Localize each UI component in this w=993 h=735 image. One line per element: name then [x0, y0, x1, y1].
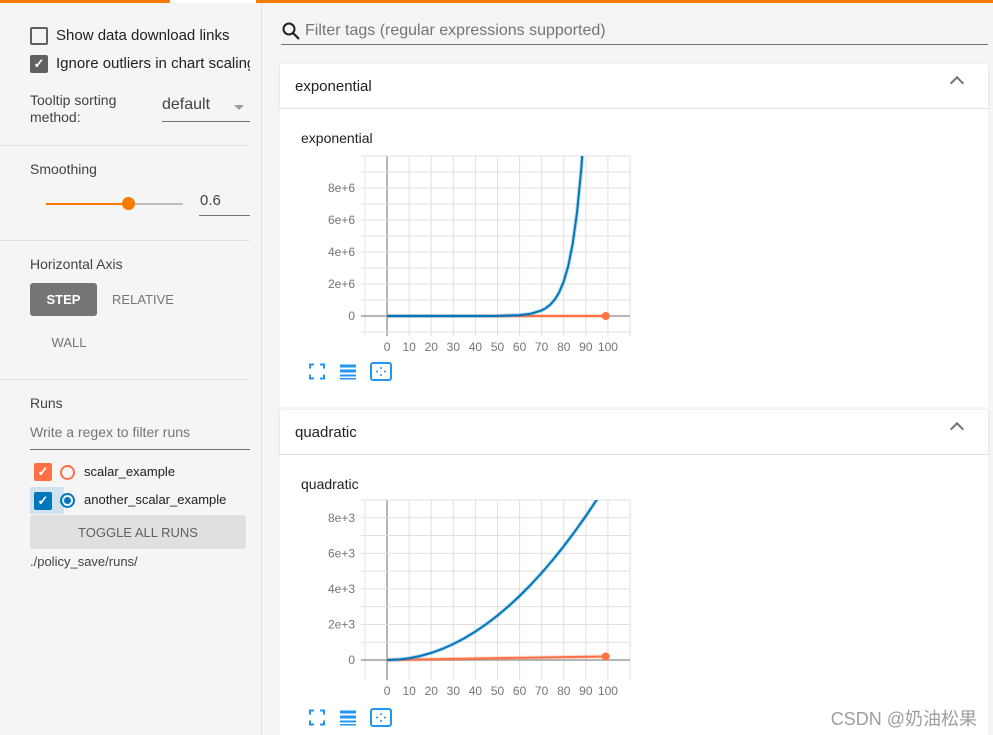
search-icon — [282, 22, 300, 40]
series-group — [387, 500, 606, 662]
quadratic-chart[interactable]: 0 10 20 30 40 50 60 70 80 90 100 0 2e+3 4e+3 6e+3 8e+3 — [300, 494, 640, 704]
axis-relative-button[interactable]: RELATIVE — [104, 283, 182, 316]
y-tick-label: 8e+3 — [328, 511, 355, 525]
run-name: scalar_example — [84, 464, 176, 479]
tooltip-sorting-label: Tooltip sorting method: — [30, 92, 116, 126]
card-title: quadratic — [295, 423, 357, 441]
x-tick-label: 50 — [491, 684, 505, 698]
x-tick-label: 80 — [557, 684, 571, 698]
grid — [361, 499, 631, 680]
y-tick-label: 8e+6 — [328, 181, 355, 195]
y-tick-label: 2e+6 — [328, 277, 355, 291]
grid — [361, 155, 631, 336]
ignore-outliers-checkbox[interactable]: ✓ — [30, 55, 48, 73]
logdir-path: ./policy_save/runs/ — [30, 554, 138, 569]
x-tick-label: 30 — [447, 340, 461, 354]
runs-label: Runs — [30, 395, 63, 411]
x-tick-label: 60 — [513, 340, 527, 354]
run-checkbox-another-scalar-example[interactable]: ✓ — [34, 492, 52, 510]
fullscreen-icon[interactable] — [308, 708, 326, 727]
y-tick-label: 2e+3 — [328, 617, 355, 631]
y-tick-label: 6e+6 — [328, 213, 355, 227]
x-tick-label: 30 — [447, 684, 461, 698]
x-tick-label: 70 — [535, 340, 549, 354]
axis-step-button[interactable]: STEP — [30, 283, 97, 316]
series-line-another_scalar_example — [387, 156, 584, 317]
tooltip-sorting-label-line2: method: — [30, 109, 81, 125]
x-tick-label: 80 — [557, 340, 571, 354]
card-header-quadratic[interactable]: quadratic — [280, 410, 988, 455]
check-icon: ✓ — [37, 464, 49, 479]
smoothing-label: Smoothing — [30, 161, 97, 177]
chart-actions — [308, 708, 392, 727]
x-tick-label: 10 — [402, 684, 416, 698]
fit-domain-icon[interactable] — [370, 708, 392, 727]
x-tick-label: 0 — [384, 340, 391, 354]
search-placeholder: Filter tags (regular expressions support… — [305, 22, 606, 39]
x-tick-label: 90 — [579, 340, 593, 354]
chart-title: exponential — [301, 130, 373, 146]
divider — [0, 145, 250, 146]
run-radio-another-scalar-example[interactable] — [60, 493, 75, 508]
watermark: CSDN @奶油松果 — [830, 709, 977, 729]
card-header-exponential[interactable]: exponential — [280, 64, 988, 109]
run-checkbox-scalar-example[interactable]: ✓ — [34, 463, 52, 481]
x-tick-label: 70 — [535, 684, 549, 698]
y-tick-label: 4e+6 — [328, 245, 355, 259]
tooltip-sorting-value: default — [162, 96, 211, 113]
divider — [0, 379, 250, 380]
series-group — [387, 156, 606, 318]
axis-wall-button[interactable]: WALL — [36, 326, 102, 359]
check-icon: ✓ — [33, 56, 45, 71]
x-tick-label: 100 — [598, 340, 618, 354]
x-tick-label: 20 — [425, 684, 439, 698]
x-tick-label: 10 — [402, 340, 416, 354]
fullscreen-icon[interactable] — [308, 362, 326, 381]
chart-actions — [308, 362, 392, 381]
run-name: another_scalar_example — [84, 492, 227, 507]
card-title: exponential — [295, 77, 372, 95]
data-table-icon[interactable] — [339, 708, 357, 727]
divider — [0, 240, 250, 241]
smoothing-slider-thumb[interactable] — [122, 197, 135, 210]
check-icon: ✓ — [37, 493, 49, 508]
y-tick-label: 0 — [348, 653, 355, 667]
dropdown-caret-icon — [234, 105, 244, 110]
x-tick-label: 40 — [469, 340, 483, 354]
chart-title: quadratic — [301, 476, 359, 492]
horizontal-axis-label: Horizontal Axis — [30, 256, 123, 272]
tag-filter-input[interactable]: Filter tags (regular expressions support… — [281, 18, 988, 45]
x-tick-label: 60 — [513, 684, 527, 698]
x-tick-label: 0 — [384, 684, 391, 698]
run-radio-scalar-example[interactable] — [60, 465, 75, 480]
show-download-links-checkbox[interactable] — [30, 27, 48, 45]
ignore-outliers-label: Ignore outliers in chart scaling — [56, 55, 250, 72]
toggle-all-runs-button[interactable]: TOGGLE ALL RUNS — [30, 515, 246, 549]
y-tick-label: 6e+3 — [328, 546, 355, 560]
series-raw-line — [387, 156, 585, 318]
runs-filter-input[interactable]: Write a regex to filter runs — [30, 424, 250, 450]
series-raw-line — [387, 500, 599, 662]
data-table-icon[interactable] — [339, 362, 357, 381]
radio-dot — [64, 497, 71, 504]
series-endpoint — [601, 311, 610, 320]
y-tick-label: 0 — [348, 309, 355, 323]
x-tick-label: 20 — [425, 340, 439, 354]
tooltip-sorting-select[interactable]: default — [162, 96, 250, 122]
smoothing-input[interactable]: 0.6 — [199, 192, 250, 216]
fit-domain-icon[interactable] — [370, 362, 392, 381]
x-tick-label: 50 — [491, 340, 505, 354]
show-download-links-label: Show data download links — [56, 27, 230, 44]
x-tick-label: 100 — [598, 684, 618, 698]
tooltip-sorting-label-line1: Tooltip sorting — [30, 92, 117, 108]
y-tick-label: 4e+3 — [328, 582, 355, 596]
x-tick-label: 40 — [469, 684, 483, 698]
exponential-chart[interactable]: 0 10 20 30 40 50 60 70 80 90 100 0 2e+6 4e+6 6e+6 8e+6 — [300, 150, 640, 360]
series-line-another_scalar_example — [387, 500, 598, 661]
x-tick-label: 90 — [579, 684, 593, 698]
chevron-up-icon[interactable] — [949, 75, 965, 91]
series-endpoint — [601, 652, 610, 661]
chevron-up-icon[interactable] — [949, 421, 965, 437]
smoothing-slider-fill — [46, 203, 128, 205]
